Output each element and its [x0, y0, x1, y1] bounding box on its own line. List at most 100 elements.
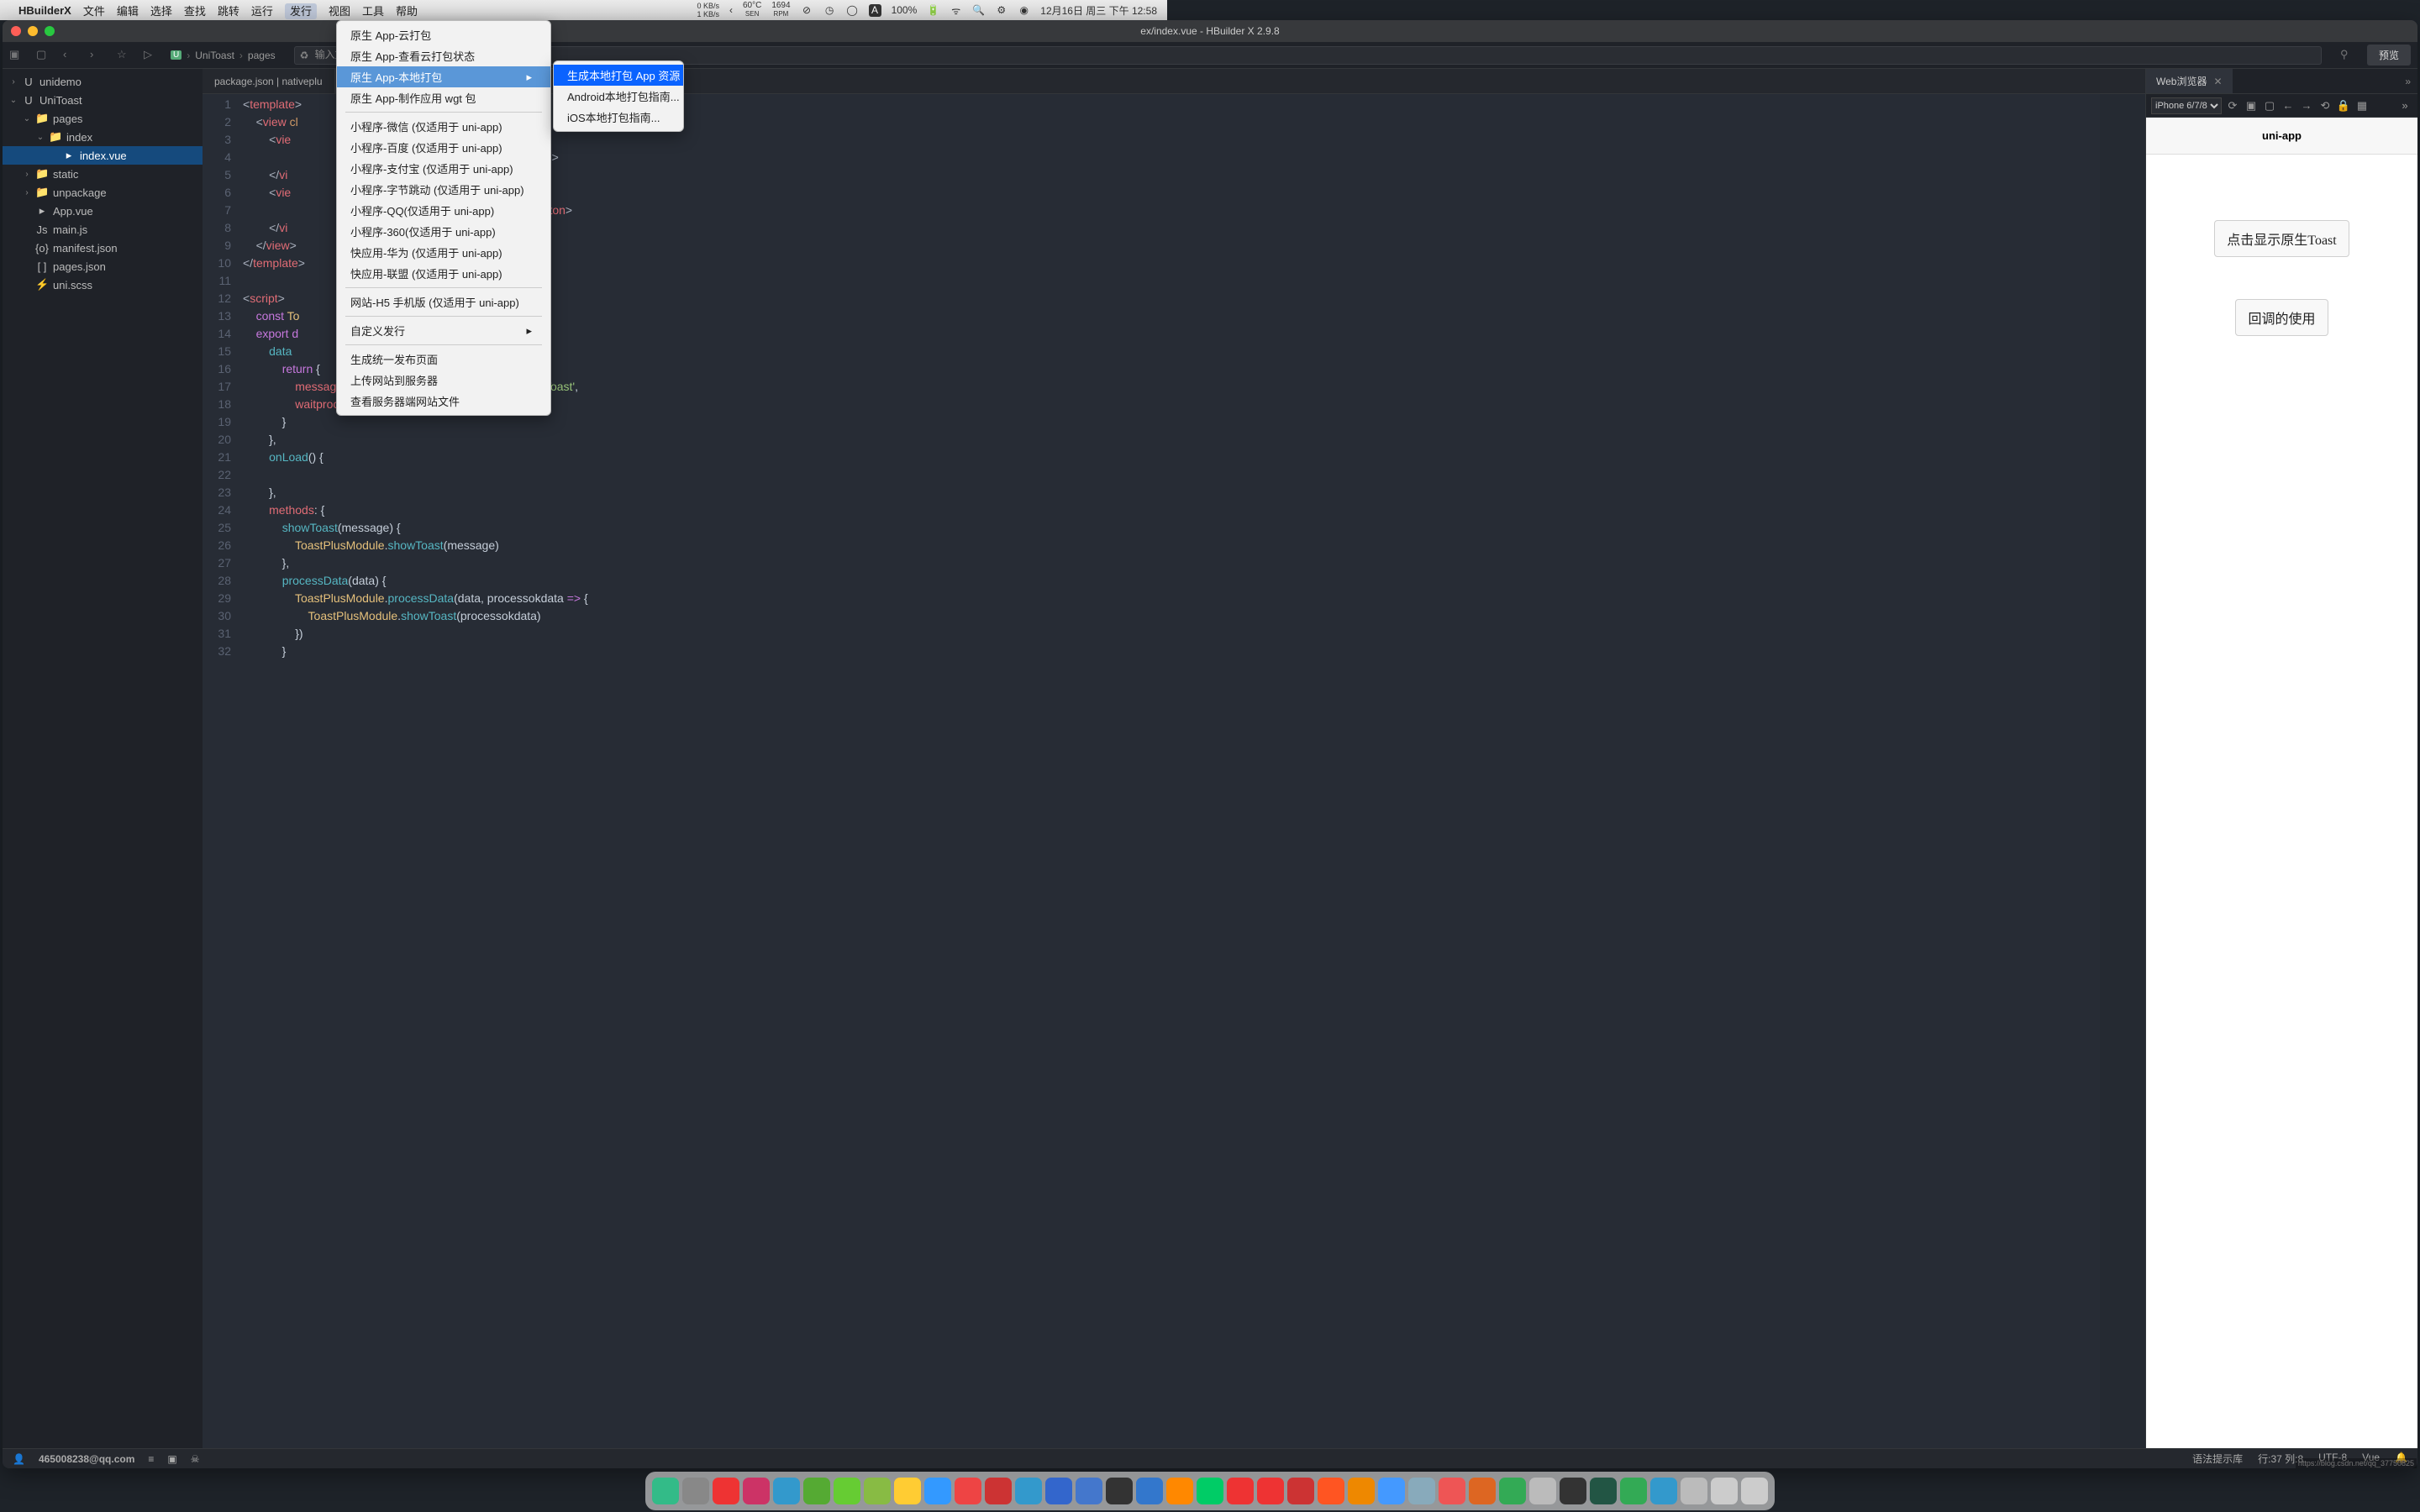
dock-app-34[interactable]	[1681, 1478, 1707, 1504]
menu-item[interactable]: 原生 App-制作应用 wgt 包	[337, 87, 550, 108]
dock-app-30[interactable]	[1560, 1478, 1586, 1504]
local-package-submenu[interactable]: 生成本地打包 App 资源Android本地打包指南...iOS本地打包指南..…	[553, 60, 684, 132]
dock-app-23[interactable]	[1348, 1478, 1375, 1504]
dock-app-0[interactable]	[652, 1478, 679, 1504]
callback-button[interactable]: 回调的使用	[2235, 299, 2328, 336]
menu-发行[interactable]: 发行	[285, 3, 317, 19]
user-icon[interactable]: 👤	[13, 1453, 25, 1465]
project-explorer[interactable]: ›Uunidemo⌄UUniToast⌄📁pages⌄📁index▸index.…	[3, 69, 203, 1448]
menu-item[interactable]: 小程序-微信 (仅适用于 uni-app)	[337, 116, 550, 137]
wifi-icon[interactable]: ᯤ	[950, 4, 962, 17]
dock-app-26[interactable]	[1439, 1478, 1465, 1504]
refresh-icon[interactable]: ⟲	[2317, 98, 2333, 113]
dock-app-5[interactable]	[803, 1478, 830, 1504]
tree-item-index.vue[interactable]: ▸index.vue	[3, 146, 203, 165]
tree-item-unpackage[interactable]: ›📁unpackage	[3, 183, 203, 202]
show-toast-button[interactable]: 点击显示原生Toast	[2214, 220, 2349, 257]
menu-选择[interactable]: 选择	[150, 5, 172, 18]
dock-app-18[interactable]	[1197, 1478, 1223, 1504]
dock-app-3[interactable]	[743, 1478, 770, 1504]
dock-app-14[interactable]	[1076, 1478, 1102, 1504]
dock-app-6[interactable]	[834, 1478, 860, 1504]
tray-icon[interactable]: ◯	[846, 4, 859, 17]
terminal-icon[interactable]: ▣	[167, 1453, 176, 1465]
breadcrumb-item[interactable]: pages	[248, 50, 276, 61]
menu-跳转[interactable]: 跳转	[218, 5, 239, 18]
dock-app-27[interactable]	[1469, 1478, 1496, 1504]
device-select[interactable]: iPhone 6/7/8	[2151, 97, 2222, 114]
user-email[interactable]: 465008238@qq.com	[39, 1453, 134, 1465]
menu-item[interactable]: 原生 App-云打包	[337, 24, 550, 45]
menu-查找[interactable]: 查找	[184, 5, 206, 18]
tree-item-main.js[interactable]: Jsmain.js	[3, 220, 203, 239]
dock-app-32[interactable]	[1620, 1478, 1647, 1504]
dock-app-22[interactable]	[1318, 1478, 1344, 1504]
forward-icon[interactable]: ›	[90, 48, 105, 63]
menu-item[interactable]: 小程序-QQ(仅适用于 uni-app)	[337, 200, 550, 221]
dock-app-15[interactable]	[1106, 1478, 1133, 1504]
dock-app-16[interactable]	[1136, 1478, 1163, 1504]
dock-app-10[interactable]	[955, 1478, 981, 1504]
dock-app-17[interactable]	[1166, 1478, 1193, 1504]
breadcrumb-item[interactable]: UniToast	[195, 50, 234, 61]
dock-app-33[interactable]	[1650, 1478, 1677, 1504]
star-icon[interactable]: ☆	[117, 48, 132, 63]
minimize-button[interactable]	[28, 26, 38, 36]
menu-item[interactable]: 快应用-华为 (仅适用于 uni-app)	[337, 242, 550, 263]
menu-视图[interactable]: 视图	[329, 5, 350, 18]
menu-item[interactable]: 查看服务器端网站文件	[337, 391, 550, 412]
dock[interactable]	[645, 1472, 1775, 1510]
editor-tab[interactable]: package.json | nativeplu	[203, 69, 335, 93]
close-icon[interactable]: ✕	[2213, 76, 2222, 87]
rotate-icon[interactable]: ⟳	[2225, 98, 2240, 113]
tree-item-pages[interactable]: ⌄📁pages	[3, 109, 203, 128]
preview-tab[interactable]: Web浏览器 ✕	[2146, 69, 2233, 93]
forward-arrow-icon[interactable]: →	[2299, 98, 2314, 113]
menu-item[interactable]: 小程序-百度 (仅适用于 uni-app)	[337, 137, 550, 158]
dock-app-9[interactable]	[924, 1478, 951, 1504]
clock-icon[interactable]: ◷	[823, 4, 836, 17]
tree-item-index[interactable]: ⌄📁index	[3, 128, 203, 146]
menu-文件[interactable]: 文件	[83, 5, 105, 18]
minimap[interactable]	[2100, 94, 2145, 1448]
close-button[interactable]	[11, 26, 21, 36]
menu-工具[interactable]: 工具	[362, 5, 384, 18]
menu-item[interactable]: 快应用-联盟 (仅适用于 uni-app)	[337, 263, 550, 284]
dock-app-4[interactable]	[773, 1478, 800, 1504]
date-time[interactable]: 12月16日 周三 下午 12:58	[1040, 3, 1157, 18]
menu-运行[interactable]: 运行	[251, 5, 273, 18]
maximize-button[interactable]	[45, 26, 55, 36]
menu-item[interactable]: 原生 App-查看云打包状态	[337, 45, 550, 66]
tree-item-unidemo[interactable]: ›Uunidemo	[3, 72, 203, 91]
dock-app-28[interactable]	[1499, 1478, 1526, 1504]
syntax-hint-lib[interactable]: 语法提示库	[2192, 1452, 2243, 1466]
grid-icon[interactable]: ▦	[2354, 98, 2370, 113]
menu-item[interactable]: 小程序-支付宝 (仅适用于 uni-app)	[337, 158, 550, 179]
publish-menu[interactable]: 原生 App-云打包原生 App-查看云打包状态原生 App-本地打包▸原生 A…	[336, 20, 551, 416]
dock-app-11[interactable]	[985, 1478, 1012, 1504]
dock-app-21[interactable]	[1287, 1478, 1314, 1504]
menu-帮助[interactable]: 帮助	[396, 5, 418, 18]
breadcrumb[interactable]: U › UniToast › pages	[171, 50, 276, 61]
save-icon[interactable]: ▢	[36, 48, 51, 63]
tree-item-UniToast[interactable]: ⌄UUniToast	[3, 91, 203, 109]
run-icon[interactable]: ▷	[144, 48, 159, 63]
menu-编辑[interactable]: 编辑	[117, 5, 139, 18]
more-icon[interactable]: »	[2405, 76, 2417, 87]
back-arrow-icon[interactable]: ←	[2281, 98, 2296, 113]
submenu-item[interactable]: iOS本地打包指南...	[554, 107, 683, 128]
dock-app-7[interactable]	[864, 1478, 891, 1504]
inspect-icon[interactable]: ▣	[2244, 98, 2259, 113]
dock-app-25[interactable]	[1408, 1478, 1435, 1504]
back-icon[interactable]: ‹	[63, 48, 78, 63]
preview-button[interactable]: 预览	[2367, 45, 2411, 66]
expand-icon[interactable]: »	[2397, 98, 2412, 113]
bug-icon[interactable]: ☠	[191, 1453, 200, 1465]
snapshot-icon[interactable]: ▢	[2262, 98, 2277, 113]
menu-item[interactable]: 小程序-字节跳动 (仅适用于 uni-app)	[337, 179, 550, 200]
dock-app-8[interactable]	[894, 1478, 921, 1504]
input-method-icon[interactable]: A	[869, 4, 881, 17]
dock-app-12[interactable]	[1015, 1478, 1042, 1504]
tree-item-manifest.json[interactable]: {o}manifest.json	[3, 239, 203, 257]
tree-item-uni.scss[interactable]: ⚡uni.scss	[3, 276, 203, 294]
